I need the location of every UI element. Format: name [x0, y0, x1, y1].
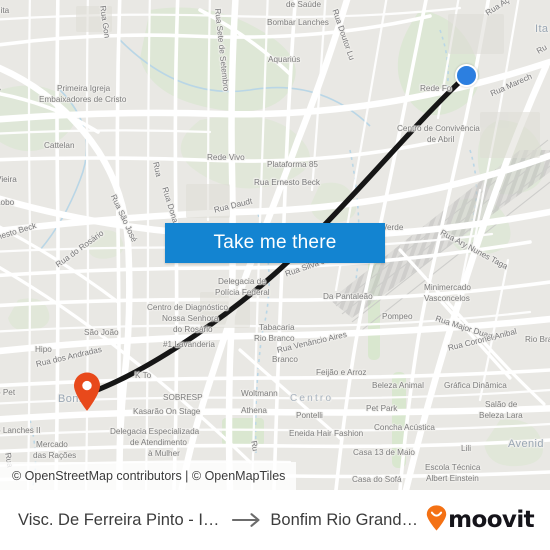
moovit-pin-icon: [426, 504, 447, 536]
map-canvas[interactable]: uitaRua Gonde SaúdeBombar LanchesRua Set…: [0, 0, 550, 490]
attribution-text: © OpenStreetMap contributors | © OpenMap…: [12, 469, 286, 483]
destination-marker[interactable]: [72, 372, 102, 412]
trip-summary: Visc. De Ferreira Pinto - Igr. ... Bonfi…: [18, 511, 418, 530]
trip-footer: Visc. De Ferreira Pinto - Igr. ... Bonfi…: [0, 490, 550, 550]
map-attribution[interactable]: © OpenStreetMap contributors | © OpenMap…: [0, 462, 296, 490]
trip-destination-label: Bonfim Rio Grande ...: [270, 510, 419, 529]
moovit-map-screen: uitaRua Gonde SaúdeBombar LanchesRua Set…: [0, 0, 550, 550]
moovit-wordmark: moovit: [448, 507, 534, 533]
arrow-right-icon: [232, 512, 262, 528]
origin-marker[interactable]: [455, 64, 478, 87]
trip-origin-label: Visc. De Ferreira Pinto - Igr. ...: [18, 510, 225, 529]
moovit-logo[interactable]: moovit: [426, 504, 535, 536]
take-me-there-button[interactable]: Take me there: [165, 223, 385, 263]
